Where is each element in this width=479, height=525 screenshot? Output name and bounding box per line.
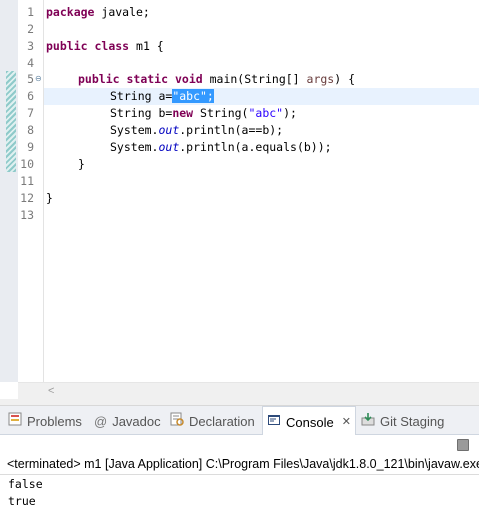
console-divider	[0, 474, 479, 475]
tab-problems[interactable]: Problems	[8, 406, 82, 435]
code-line-7[interactable]: String b=new String("abc");	[110, 105, 297, 122]
tab-label: Git Staging	[380, 414, 445, 430]
line-number: 9	[27, 140, 34, 154]
line-number: 4	[27, 56, 34, 70]
gutter-divider	[43, 0, 44, 382]
code-line-9[interactable]: System.out.println(a.equals(b));	[110, 139, 332, 156]
keyword: package	[46, 5, 95, 19]
code-line-10[interactable]: }	[78, 156, 85, 173]
string-literal: "abc"	[248, 106, 284, 120]
editor-ruler	[0, 0, 18, 382]
line-number: 7	[27, 106, 34, 120]
line-number: 1	[27, 5, 34, 19]
tab-label: Declaration	[189, 414, 255, 430]
code-text: ) {	[334, 72, 356, 86]
bottom-panel-tabbar: Problems @ Javadoc Declaration Console ✕ G…	[0, 406, 479, 436]
code-text: String b=	[110, 106, 173, 120]
code-line-1[interactable]: package javale;	[46, 4, 150, 21]
code-line-6[interactable]: String a="abc";	[110, 88, 214, 105]
horizontal-scrollbar[interactable]: <	[44, 382, 479, 399]
terminate-icon[interactable]	[457, 439, 469, 451]
code-text: System.	[110, 140, 159, 154]
static-field: out	[158, 140, 180, 154]
line-number: 3	[27, 39, 34, 53]
line-number: 5	[27, 72, 34, 86]
tab-label: Console	[286, 415, 334, 431]
line-number: 2	[27, 22, 34, 36]
static-field: out	[158, 123, 180, 137]
close-icon[interactable]: ✕	[342, 416, 351, 428]
code-text: main(String[]	[202, 72, 307, 86]
scrollbar-corner	[18, 382, 44, 399]
line-number: 13	[20, 208, 34, 222]
tab-javadoc[interactable]: @ Javadoc	[94, 406, 161, 435]
parameter: args	[306, 72, 335, 86]
line-number: 12	[20, 191, 34, 205]
code-text: .println(a==b);	[179, 123, 284, 137]
quick-diff-change-bar	[6, 71, 16, 172]
console-output-line: true	[8, 494, 36, 508]
declaration-icon	[170, 407, 184, 436]
keyword: public	[46, 39, 88, 53]
fold-collapse-icon[interactable]: ⊖	[35, 70, 42, 87]
keyword: public	[78, 72, 120, 86]
code-line-12[interactable]: }	[46, 190, 53, 207]
code-editor[interactable]: 1 2 3 4 5 6 7 8 9 10 11 12 13 ⊖ package …	[0, 0, 479, 400]
line-number: 11	[20, 174, 34, 188]
code-text: String a=	[110, 89, 173, 103]
selected-text[interactable]: "abc";	[172, 89, 214, 103]
tab-console[interactable]: Console ✕	[262, 406, 356, 436]
code-text: m1 {	[129, 39, 164, 53]
line-number: 10	[20, 157, 34, 171]
code-line-5[interactable]: public static void main(String[] args) {	[78, 71, 355, 88]
code-text: System.	[110, 123, 159, 137]
code-text: .println(a.equals(b));	[179, 140, 332, 154]
tab-git-staging[interactable]: Git Staging	[361, 406, 444, 435]
console-view[interactable]	[0, 435, 479, 525]
panel-resize-sash[interactable]	[0, 399, 479, 406]
code-line-8[interactable]: System.out.println(a==b);	[110, 122, 283, 139]
code-line-3[interactable]: public class m1 {	[46, 38, 164, 55]
keyword: static	[126, 72, 169, 86]
git-staging-icon	[361, 407, 375, 436]
problems-icon	[8, 407, 22, 436]
console-process-header: <terminated> m1 [Java Application] C:\Pr…	[7, 457, 479, 471]
keyword: class	[94, 39, 130, 53]
tab-label: Problems	[27, 414, 82, 430]
line-number: 8	[27, 123, 34, 137]
javadoc-icon: @	[94, 414, 108, 430]
console-output-line: false	[8, 477, 43, 491]
tab-declaration[interactable]: Declaration	[170, 406, 255, 435]
keyword: new	[172, 106, 194, 120]
code-text: javale;	[94, 5, 150, 19]
scroll-left-arrow-icon[interactable]: <	[48, 383, 54, 399]
tab-label: Javadoc	[112, 414, 161, 430]
keyword: void	[174, 72, 203, 86]
line-number: 6	[27, 89, 34, 103]
code-text: String(	[193, 106, 249, 120]
console-icon	[267, 408, 281, 437]
code-text: );	[283, 106, 297, 120]
